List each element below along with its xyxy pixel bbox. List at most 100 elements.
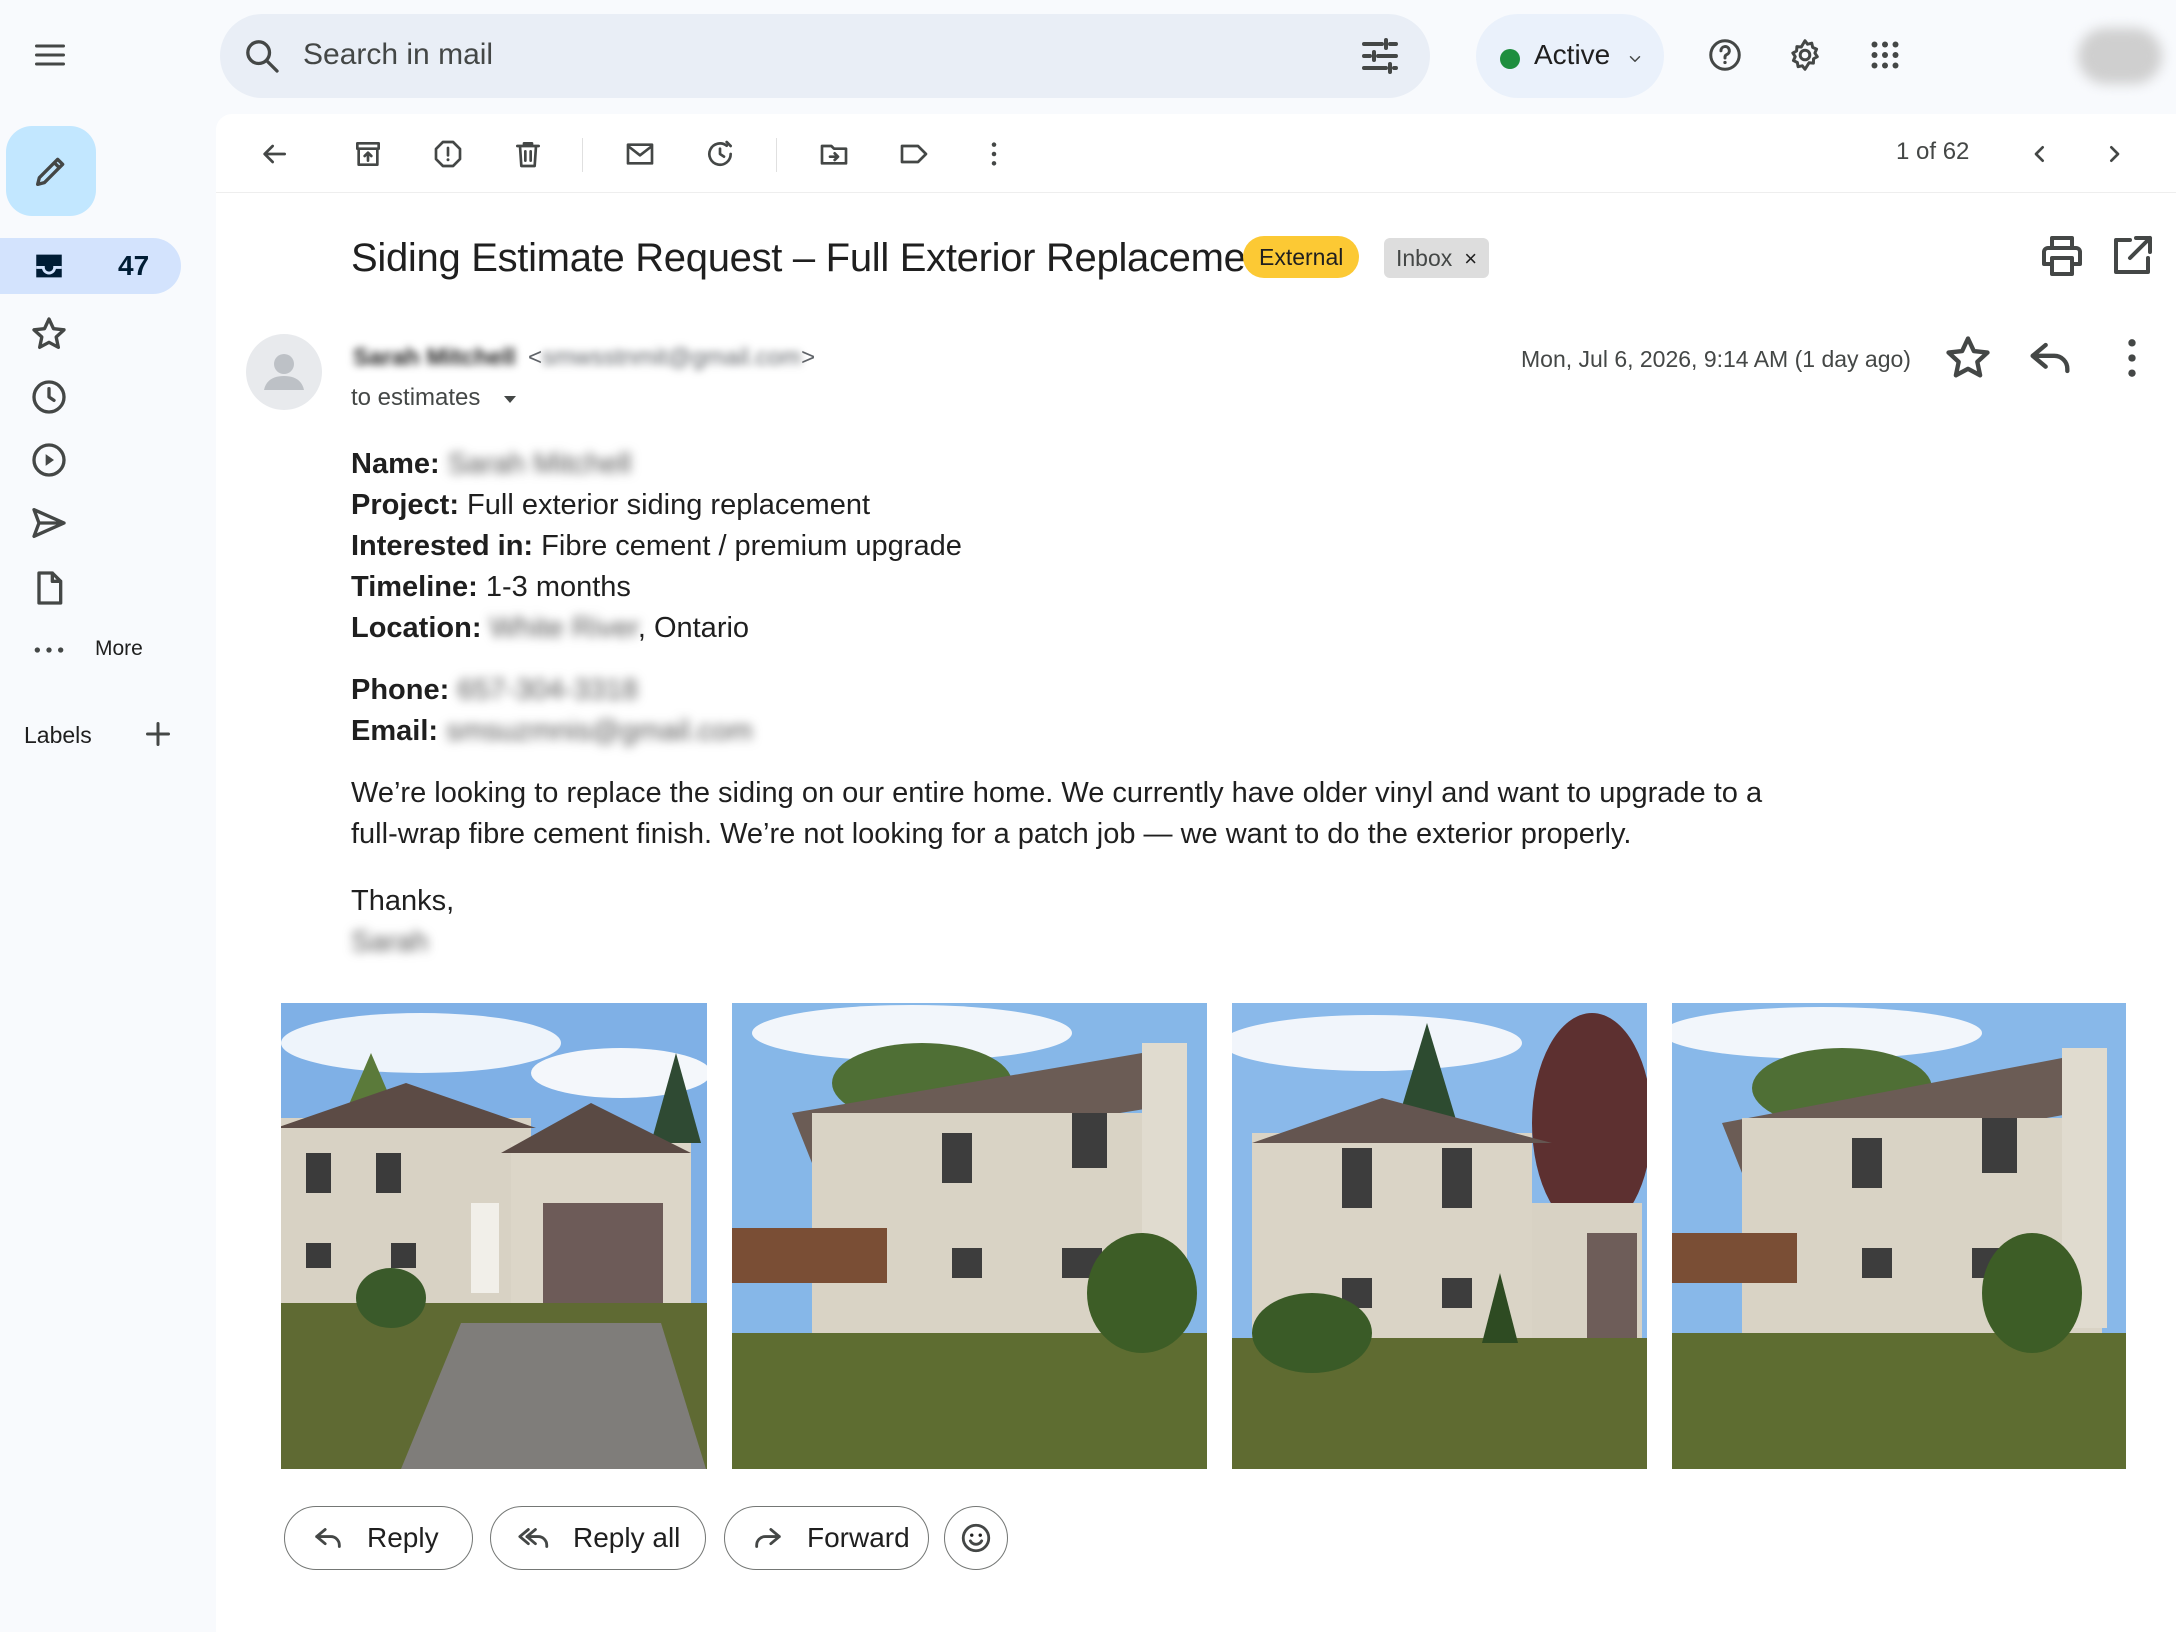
reply-button[interactable]: Reply bbox=[284, 1506, 473, 1570]
label-button[interactable] bbox=[890, 130, 938, 178]
forward-icon bbox=[755, 1528, 781, 1548]
emoji-reaction-button[interactable] bbox=[944, 1506, 1008, 1570]
message-subject: Siding Estimate Request – Full Exterior … bbox=[351, 236, 1279, 280]
inbox-chip-label: Inbox bbox=[1396, 245, 1453, 271]
emoji-icon bbox=[961, 1523, 991, 1553]
search-icon[interactable] bbox=[242, 36, 282, 76]
field-phone: Phone: 657-304-3318 bbox=[351, 674, 638, 706]
filter-options-icon[interactable] bbox=[1356, 32, 1404, 80]
reply-all-button[interactable]: Reply all bbox=[490, 1506, 706, 1570]
reply-all-icon bbox=[518, 1528, 549, 1548]
search-bar[interactable]: Search in mail bbox=[220, 14, 1430, 98]
field-location: Location: White River, Ontario bbox=[351, 612, 750, 644]
house-photo-side-deck[interactable] bbox=[732, 1003, 1207, 1469]
more-actions-button[interactable] bbox=[970, 130, 1018, 178]
menu-icon bbox=[35, 44, 65, 66]
toolbar-divider-line bbox=[216, 192, 2176, 193]
search-input[interactable]: Search in mail bbox=[303, 38, 493, 72]
delete-button[interactable] bbox=[504, 130, 552, 178]
open-new-window-icon[interactable] bbox=[2108, 232, 2156, 280]
attachment-photo[interactable] bbox=[1672, 1003, 2126, 1469]
toolbar-divider bbox=[582, 138, 583, 172]
compose-button[interactable] bbox=[6, 126, 96, 216]
house-photo-front-garage[interactable] bbox=[281, 1003, 707, 1469]
snooze-icon bbox=[708, 140, 733, 167]
settings-button[interactable] bbox=[1777, 27, 1833, 83]
snooze-button[interactable] bbox=[696, 130, 744, 178]
apps-button[interactable] bbox=[1857, 27, 1913, 83]
sender-avatar bbox=[246, 334, 322, 410]
attachment-photo[interactable] bbox=[281, 1003, 707, 1469]
chevron-left-icon bbox=[2034, 146, 2044, 162]
more-vert-icon[interactable] bbox=[2106, 332, 2158, 384]
back-arrow-icon bbox=[263, 144, 286, 164]
photo-attachments bbox=[281, 1003, 2126, 1469]
sender-name[interactable]: Sarah Mitchell bbox=[353, 344, 516, 372]
label-icon bbox=[900, 144, 928, 164]
sidebar-more-label[interactable]: More bbox=[95, 637, 143, 661]
inbox-unread-count: 47 bbox=[118, 250, 150, 281]
field-name: Name: Sarah Mitchell bbox=[351, 448, 632, 480]
clock-icon[interactable] bbox=[29, 377, 69, 417]
archive-button[interactable] bbox=[344, 130, 392, 178]
status-label: Active bbox=[1534, 39, 1611, 70]
house-photo-front-angle[interactable] bbox=[1232, 1003, 1647, 1469]
account-avatar[interactable] bbox=[2078, 28, 2162, 84]
print-icon[interactable] bbox=[2038, 232, 2086, 280]
star-icon[interactable] bbox=[29, 314, 69, 354]
report-spam-button[interactable] bbox=[424, 130, 472, 178]
apps-grid-icon bbox=[1871, 41, 1899, 69]
reply-all-label: Reply all bbox=[573, 1522, 681, 1553]
house-photo-side-deck-2[interactable] bbox=[1672, 1003, 2126, 1469]
more-dots-icon[interactable] bbox=[29, 630, 69, 670]
reply-label: Reply bbox=[367, 1522, 439, 1553]
back-button[interactable] bbox=[250, 130, 298, 178]
recipient-line: to estimates bbox=[351, 384, 481, 411]
pencil-icon bbox=[36, 157, 65, 186]
gear-icon bbox=[1791, 39, 1819, 71]
signoff: Thanks, bbox=[351, 885, 455, 917]
draft-icon[interactable] bbox=[29, 568, 69, 608]
inbox-label-chip: Inbox × bbox=[1384, 238, 1490, 278]
reply-icon[interactable] bbox=[2024, 332, 2076, 384]
status-selector[interactable]: Active bbox=[1476, 14, 1664, 98]
more-vert-icon bbox=[991, 142, 997, 166]
caret-down-icon[interactable] bbox=[498, 387, 522, 411]
forward-label: Forward bbox=[807, 1522, 910, 1553]
field-email: Email: smsuzmnis@gmail.com bbox=[351, 715, 753, 747]
chevron-right-icon bbox=[2110, 146, 2120, 162]
sidebar-item-inbox[interactable]: 47 bbox=[0, 238, 181, 294]
help-button[interactable] bbox=[1697, 27, 1753, 83]
message-date: Mon, Jul 6, 2026, 9:14 AM (1 day ago) bbox=[1521, 346, 1911, 372]
attachment-photo[interactable] bbox=[732, 1003, 1207, 1469]
important-icon[interactable] bbox=[29, 440, 69, 480]
mark-unread-icon bbox=[626, 143, 654, 165]
newer-button[interactable] bbox=[2016, 130, 2064, 178]
move-to-icon bbox=[820, 144, 848, 165]
mark-unread-button[interactable] bbox=[616, 130, 664, 178]
trash-icon bbox=[516, 142, 540, 168]
reply-icon bbox=[315, 1528, 341, 1548]
toolbar-divider bbox=[776, 138, 777, 172]
archive-icon bbox=[356, 142, 380, 166]
move-to-button[interactable] bbox=[810, 130, 858, 178]
labels-heading: Labels bbox=[24, 722, 92, 748]
message-panel: 1 of 62 Siding Estimate Request – Full E… bbox=[216, 114, 2176, 1632]
message-body: Name: Sarah Mitchell Project: Full exter… bbox=[351, 444, 1771, 963]
forward-button[interactable]: Forward bbox=[724, 1506, 929, 1570]
remove-label-icon[interactable]: × bbox=[1464, 246, 1477, 271]
older-button[interactable] bbox=[2090, 130, 2138, 178]
field-interested-in: Interested in: Fibre cement / premium up… bbox=[351, 530, 962, 562]
send-icon[interactable] bbox=[29, 503, 69, 543]
inbox-icon bbox=[36, 254, 62, 278]
attachment-photo[interactable] bbox=[1232, 1003, 1647, 1469]
field-timeline: Timeline: 1-3 months bbox=[351, 571, 631, 603]
status-dot bbox=[1500, 49, 1520, 69]
field-project: Project: Full exterior siding replacemen… bbox=[351, 489, 871, 521]
sender-email: <smwsstnmit@gmail.com> bbox=[528, 344, 816, 371]
main-menu-button[interactable] bbox=[22, 27, 78, 83]
external-badge: External bbox=[1243, 236, 1360, 278]
report-spam-icon bbox=[434, 140, 462, 168]
star-icon[interactable] bbox=[1942, 332, 1994, 384]
plus-icon[interactable] bbox=[140, 716, 176, 752]
